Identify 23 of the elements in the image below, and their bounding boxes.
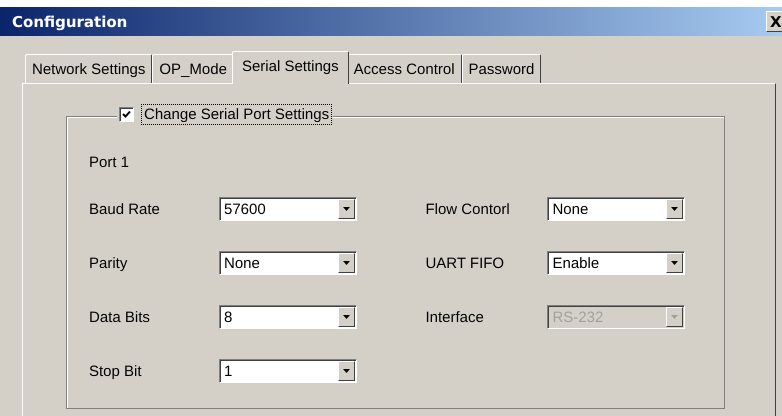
field-label: Stop Bit bbox=[89, 362, 143, 380]
port-label: Port 1 bbox=[89, 154, 130, 171]
field-label: Baud Rate bbox=[89, 200, 161, 218]
close-button[interactable]: X bbox=[766, 11, 782, 32]
field-label: Interface bbox=[425, 308, 485, 326]
field-label: UART FIFO bbox=[425, 254, 506, 272]
tab[interactable]: Serial Settings bbox=[232, 51, 349, 84]
dropdown[interactable]: 8 bbox=[219, 305, 357, 329]
check-icon bbox=[122, 110, 131, 119]
window-title: Configuration bbox=[12, 12, 128, 30]
dropdown[interactable]: 57600 bbox=[219, 197, 357, 221]
dropdown[interactable]: None bbox=[547, 197, 686, 221]
tab[interactable]: Network Settings bbox=[25, 54, 152, 83]
tab[interactable]: OP_Mode bbox=[152, 54, 234, 83]
tab[interactable]: Password bbox=[462, 54, 542, 83]
dropdown[interactable]: Enable bbox=[547, 251, 686, 275]
checkbox[interactable] bbox=[119, 107, 134, 122]
field-label: Parity bbox=[89, 254, 128, 272]
field-label: Flow Contorl bbox=[425, 200, 511, 218]
dropdown[interactable]: 1 bbox=[219, 359, 357, 383]
field-label: Data Bits bbox=[89, 308, 151, 326]
tab[interactable]: Access Control bbox=[346, 54, 462, 83]
dropdown[interactable]: None bbox=[219, 251, 357, 275]
